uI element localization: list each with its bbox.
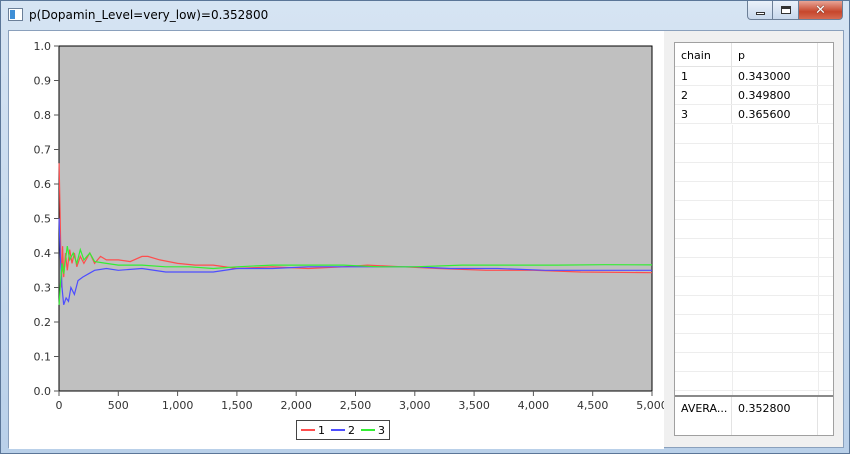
- table-row[interactable]: 1 0.343000: [675, 67, 833, 86]
- table-row[interactable]: 3 0.365600: [675, 105, 833, 124]
- legend-label-2: 2: [348, 423, 355, 437]
- y-tick-label: 0.1: [34, 351, 52, 364]
- title-bar[interactable]: p(Dopamin_Level=very_low)=0.352800 ✕: [1, 1, 849, 29]
- average-row: AVERA... 0.352800: [675, 395, 833, 435]
- y-tick-label: 0.3: [34, 282, 52, 295]
- x-tick-label: 1,000: [162, 399, 194, 412]
- column-header-p[interactable]: p: [732, 43, 818, 66]
- legend-item-2: 2: [331, 424, 355, 437]
- x-tick-label: 500: [108, 399, 129, 412]
- app-window: p(Dopamin_Level=very_low)=0.352800 ✕ 0.0…: [0, 0, 850, 454]
- y-tick-label: 0.6: [34, 178, 52, 191]
- app-icon: [8, 8, 23, 21]
- close-button[interactable]: ✕: [799, 1, 843, 20]
- x-tick-label: 3,500: [458, 399, 490, 412]
- average-label: AVERA...: [675, 397, 732, 435]
- y-tick-label: 0.2: [34, 316, 52, 329]
- legend-item-1: 1: [301, 424, 325, 437]
- x-tick-label: 4,500: [577, 399, 609, 412]
- cell-chain: 1: [675, 67, 732, 85]
- y-tick-label: 0.5: [34, 213, 52, 226]
- legend-item-3: 3: [361, 424, 385, 437]
- cell-chain: 3: [675, 105, 732, 123]
- legend-label-3: 3: [378, 423, 385, 437]
- y-tick-label: 0.9: [34, 75, 52, 88]
- maximize-button[interactable]: [773, 1, 799, 20]
- x-tick-label: 1,500: [221, 399, 253, 412]
- plot-area: [58, 45, 653, 392]
- average-value: 0.352800: [732, 397, 818, 435]
- client-area: 0.0 0.1 0.2 0.3 0.4 0.5 0.6 0.7 0.8 0.9 1.0 0 500 1,0…: [8, 30, 844, 449]
- legend-swatch-2: [331, 429, 345, 431]
- cell-p: 0.365600: [732, 105, 818, 123]
- empty-rows: [675, 125, 833, 395]
- table-row[interactable]: 2 0.349800: [675, 86, 833, 105]
- chain-table[interactable]: chain p 1 0.343000 2 0.349800 3 0.365600…: [674, 42, 834, 436]
- y-tick-label: 0.0: [34, 385, 52, 398]
- minimize-icon: [755, 11, 765, 15]
- close-icon: ✕: [815, 2, 826, 18]
- window-title: p(Dopamin_Level=very_low)=0.352800: [29, 8, 269, 22]
- minimize-button[interactable]: [747, 1, 773, 20]
- legend-swatch-3: [361, 429, 375, 431]
- cell-p: 0.343000: [732, 67, 818, 85]
- maximize-icon: [780, 6, 791, 14]
- y-tick-label: 1.0: [34, 40, 52, 53]
- x-tick-label: 0: [56, 399, 63, 412]
- table-header: chain p: [675, 43, 833, 67]
- x-tick-label: 4,000: [518, 399, 550, 412]
- y-tick-label: 0.8: [34, 109, 52, 122]
- x-tick-label: 2,000: [280, 399, 312, 412]
- y-tick-label: 0.7: [34, 144, 52, 157]
- legend-label-1: 1: [318, 423, 325, 437]
- y-tick-label: 0.4: [34, 247, 52, 260]
- trace-chart: 0.0 0.1 0.2 0.3 0.4 0.5 0.6 0.7 0.8 0.9 1.0 0 500 1,0…: [34, 40, 665, 412]
- x-tick-label: 5,000: [636, 399, 664, 412]
- legend-swatch-1: [301, 429, 315, 431]
- x-tick-label: 2,500: [340, 399, 372, 412]
- chart-legend: 1 2 3: [296, 420, 390, 440]
- cell-p: 0.349800: [732, 86, 818, 104]
- x-tick-label: 3,000: [399, 399, 431, 412]
- column-header-chain[interactable]: chain: [675, 43, 732, 66]
- chart-panel: 0.0 0.1 0.2 0.3 0.4 0.5 0.6 0.7 0.8 0.9 1.0 0 500 1,0…: [9, 31, 664, 449]
- window-controls: ✕: [747, 1, 843, 21]
- cell-chain: 2: [675, 86, 732, 104]
